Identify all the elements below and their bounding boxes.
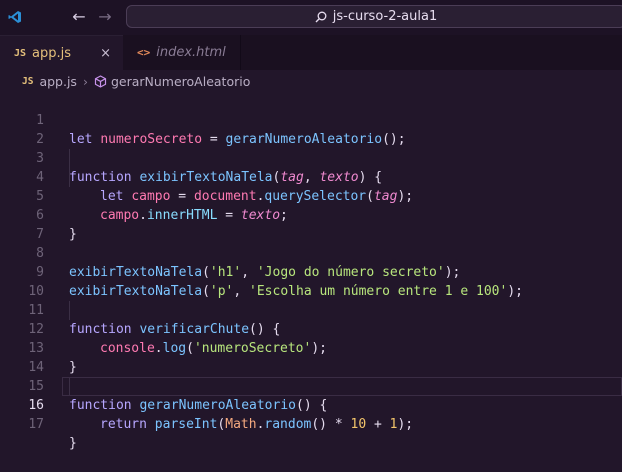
- code-editor[interactable]: 1 let numeroSecreto = gerarNumeroAleator…: [0, 92, 622, 453]
- code-line: 13 }: [0, 320, 622, 375]
- close-icon[interactable]: ×: [100, 46, 111, 61]
- breadcrumb: JS app.js › gerarNumeroAleatorio: [0, 70, 622, 92]
- code-line: 4 let campo = document.querySelector(tag…: [0, 149, 622, 204]
- arrow-left-icon: ←: [72, 7, 86, 26]
- html-file-icon: <>: [137, 46, 151, 59]
- search-icon: [315, 11, 327, 22]
- arrow-right-icon: →: [98, 7, 112, 26]
- symbol-method-icon: [94, 74, 107, 88]
- code-line: 7: [0, 206, 622, 242]
- tab-app-js[interactable]: JS app.js ×: [0, 35, 123, 70]
- breadcrumb-symbol[interactable]: gerarNumeroAleatorio: [111, 74, 250, 89]
- breadcrumb-file[interactable]: app.js: [39, 74, 77, 89]
- code-line: 12 console.log('numeroSecreto');: [0, 301, 622, 356]
- code-line: 10: [0, 263, 622, 299]
- js-file-icon: JS: [14, 47, 27, 59]
- command-center-search[interactable]: js-curso-2-aula1: [126, 5, 622, 28]
- tab-bar: JS app.js × <> index.html: [0, 35, 622, 70]
- code-line: 11 function verificarChute() {: [0, 282, 622, 337]
- code-line: 5 campo.innerHTML = texto;: [0, 168, 622, 223]
- back-button[interactable]: ←: [70, 8, 88, 26]
- code-line: 8 exibirTextoNaTela('h1', 'Jogo do númer…: [0, 225, 622, 280]
- code-line: 2: [0, 111, 622, 147]
- tab-index-html[interactable]: <> index.html: [123, 35, 241, 70]
- js-file-icon: JS: [22, 75, 34, 87]
- title-bar: ← → js-curso-2-aula1: [0, 0, 622, 35]
- code-line: 17 }: [0, 396, 622, 451]
- code-line: 3 function exibirTextoNaTela(tag, texto)…: [0, 130, 622, 185]
- code-line: 1 let numeroSecreto = gerarNumeroAleator…: [0, 92, 622, 147]
- vscode-logo-icon: [8, 11, 21, 23]
- code-line: 9 exibirTextoNaTela('p', 'Escolha um núm…: [0, 244, 622, 299]
- search-text: js-curso-2-aula1: [332, 9, 438, 24]
- tab-label: app.js: [32, 45, 72, 61]
- forward-button[interactable]: →: [96, 8, 114, 26]
- tab-label: index.html: [156, 45, 226, 60]
- code-line: 6 }: [0, 187, 622, 242]
- line-number: 17: [28, 417, 44, 432]
- code-line-current: 16 return parseInt(Math.random() * 10 + …: [0, 377, 622, 432]
- code-line: 14: [0, 339, 622, 375]
- breadcrumb-separator: ›: [82, 73, 88, 89]
- code-line: 15 function gerarNumeroAleatorio() {: [0, 358, 622, 413]
